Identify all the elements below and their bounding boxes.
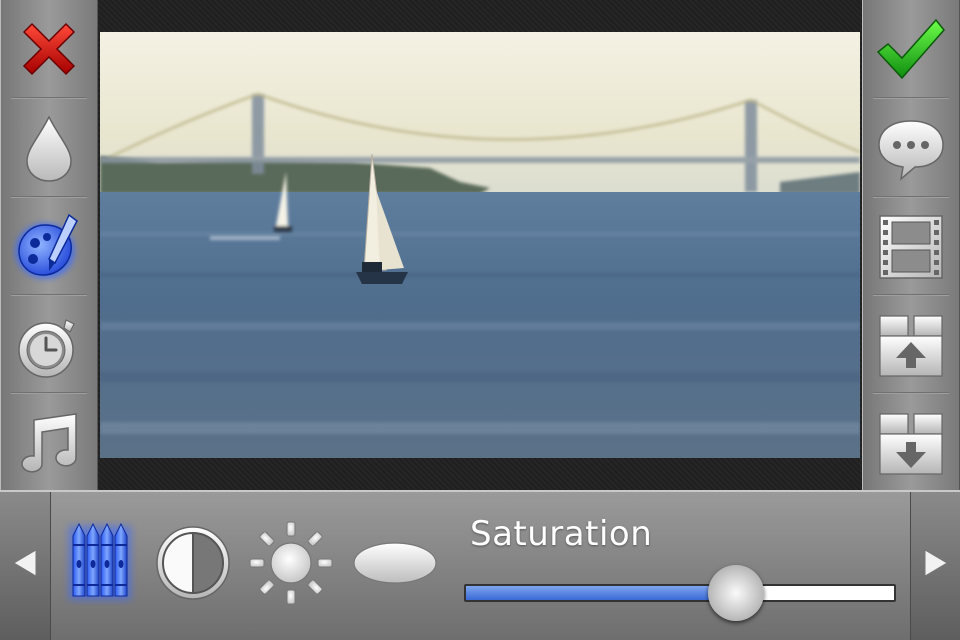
box-down-icon <box>879 412 943 475</box>
brightness-tool-button[interactable] <box>248 520 334 606</box>
contrast-tool-button[interactable] <box>150 520 236 606</box>
color-button[interactable] <box>1 99 97 196</box>
close-icon <box>22 22 76 75</box>
export-button[interactable] <box>863 296 959 393</box>
left-toolbar <box>0 0 98 490</box>
triangle-right-icon <box>924 549 948 577</box>
import-button[interactable] <box>863 394 959 491</box>
right-toolbar <box>862 0 960 490</box>
saturation-tool-button[interactable] <box>56 520 142 606</box>
music-note-icon <box>21 412 77 473</box>
scroll-right-button[interactable] <box>910 492 960 640</box>
timer-button[interactable] <box>1 296 97 393</box>
slider-thumb[interactable] <box>707 565 764 621</box>
scroll-left-button[interactable] <box>0 492 51 640</box>
effects-button[interactable] <box>1 198 97 295</box>
crayons-icon <box>69 522 131 600</box>
palette-brush-icon <box>15 213 78 279</box>
film-button[interactable] <box>863 198 959 295</box>
water-drop-icon <box>26 114 72 182</box>
photo-preview[interactable] <box>100 32 860 458</box>
saturation-slider[interactable] <box>464 565 896 621</box>
speech-bubble-icon <box>878 119 944 181</box>
adjustment-panel <box>0 490 960 640</box>
checkmark-icon <box>876 18 945 79</box>
adjustment-label: Saturation <box>470 514 653 554</box>
box-up-icon <box>879 314 943 377</box>
stopwatch-icon <box>18 318 75 378</box>
ellipse-icon <box>353 542 437 584</box>
vignette-tool-button[interactable] <box>350 520 440 606</box>
caption-button[interactable] <box>863 99 959 196</box>
sun-icon <box>249 521 333 605</box>
contrast-circle-icon <box>156 526 230 600</box>
music-button[interactable] <box>1 394 97 491</box>
slider-fill <box>466 586 736 600</box>
triangle-left-icon <box>13 549 37 577</box>
film-strip-icon <box>879 214 943 279</box>
confirm-button[interactable] <box>863 0 959 97</box>
photo-stage <box>98 0 862 490</box>
cancel-button[interactable] <box>1 0 97 97</box>
